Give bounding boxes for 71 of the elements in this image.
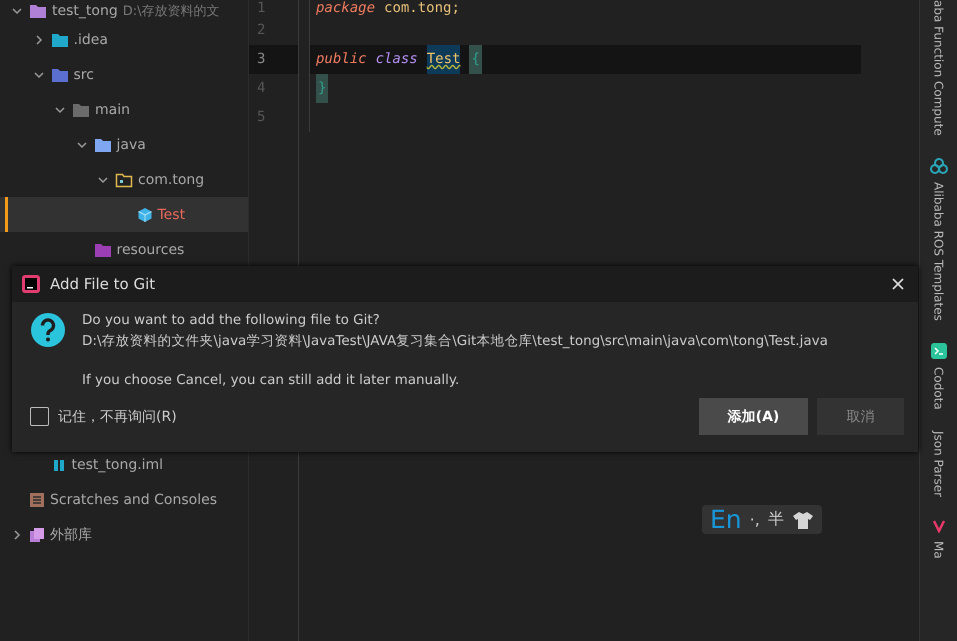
- chevron-down-icon[interactable]: [34, 70, 44, 80]
- books-icon: [29, 526, 45, 542]
- tree-item[interactable]: 外部库: [0, 517, 248, 552]
- note-text: If you choose Cancel, you can still add it later manually.: [82, 372, 460, 388]
- v-icon[interactable]: [932, 519, 946, 534]
- dialog-button[interactable]: 添加(A): [699, 398, 808, 435]
- code-token: {: [469, 45, 482, 74]
- tree-item[interactable]: test_tong.iml: [0, 447, 248, 482]
- code-token: class: [376, 50, 418, 69]
- checkbox-label[interactable]: 记住，不再询问(R): [58, 408, 177, 426]
- tree-item-label: test_tong: [52, 3, 118, 19]
- chevron-down-icon[interactable]: [12, 6, 22, 16]
- ime-width[interactable]: 半: [768, 509, 784, 530]
- tool-tab[interactable]: Ma: [932, 541, 946, 560]
- tree-item[interactable]: .idea: [0, 22, 248, 57]
- tree-item[interactable]: main: [0, 92, 248, 127]
- code-token: Test: [426, 45, 460, 74]
- dialog-button[interactable]: 取消: [817, 398, 904, 435]
- chevron-down-icon[interactable]: [76, 140, 86, 150]
- code-token: com.tong;: [384, 0, 460, 16]
- file-path: D:\存放资料的文件夹\java学习资料\JavaTest\JAVA复习集合\Git本地仓库\test_tong\src\main\java\com\tong\Test.java: [82, 332, 828, 350]
- tool-tab[interactable]: aba Function Compute: [932, 0, 946, 136]
- folder-icon: [50, 66, 68, 82]
- line-number: 3: [249, 45, 298, 74]
- tree-item-label: main: [95, 102, 130, 118]
- folder-icon: [29, 3, 47, 19]
- tree-item-label: src: [74, 66, 94, 82]
- tool-tab[interactable]: Json Parser: [932, 431, 946, 498]
- code-token: package: [316, 0, 376, 16]
- tool-tab[interactable]: Alibaba ROS Templates: [932, 182, 946, 321]
- tree-item[interactable]: test_tong D:\存放资料的文: [0, 0, 248, 22]
- code-token: public: [316, 50, 367, 69]
- tree-item-label: Scratches and Consoles: [50, 492, 217, 508]
- tree-item-label: test_tong.iml: [72, 456, 164, 472]
- tool-tab[interactable]: Codota: [932, 366, 946, 410]
- tree-item-label: com.tong: [138, 172, 204, 188]
- app-logo-icon: [22, 275, 40, 293]
- package-icon: [115, 172, 133, 188]
- tree-item[interactable]: java: [0, 127, 248, 162]
- folder-icon: [50, 32, 68, 48]
- folder-icon: [94, 242, 112, 258]
- cube-icon: [136, 206, 152, 222]
- shirt-icon[interactable]: [792, 510, 814, 528]
- dialog-title: Add File to Git: [50, 275, 156, 293]
- tree-item-label: java: [116, 136, 146, 152]
- tree-item[interactable]: Test: [0, 197, 248, 232]
- chevron-right-icon[interactable]: [34, 34, 44, 44]
- terminal-icon[interactable]: [930, 342, 946, 359]
- question-icon: [30, 312, 66, 348]
- tree-item-label: 外部库: [50, 526, 92, 544]
- tree-item-label: resources: [116, 242, 184, 258]
- tree-item-label: Test: [158, 206, 186, 222]
- question-text: Do you want to add the following file to Git?: [82, 312, 381, 328]
- module-path: D:\存放资料的文: [122, 3, 220, 20]
- checkbox[interactable]: [30, 407, 49, 426]
- close-icon[interactable]: [892, 278, 904, 290]
- chevron-right-icon[interactable]: [12, 530, 22, 540]
- notepad-icon: [29, 492, 45, 508]
- ime-punctuation[interactable]: ·,: [750, 510, 760, 529]
- tree-item-label: .idea: [74, 32, 108, 48]
- rings-icon[interactable]: [930, 158, 948, 174]
- tree-item[interactable]: resources: [0, 232, 248, 267]
- chevron-down-icon[interactable]: [98, 174, 108, 184]
- tree-item[interactable]: Scratches and Consoles: [0, 482, 248, 517]
- ime-mode[interactable]: En: [710, 505, 742, 534]
- folder-icon: [94, 136, 112, 152]
- code-token: }: [316, 74, 328, 103]
- folder-icon: [72, 102, 90, 118]
- tree-item[interactable]: com.tong: [0, 162, 248, 197]
- chevron-down-icon[interactable]: [55, 104, 65, 114]
- tree-item[interactable]: src: [0, 57, 248, 92]
